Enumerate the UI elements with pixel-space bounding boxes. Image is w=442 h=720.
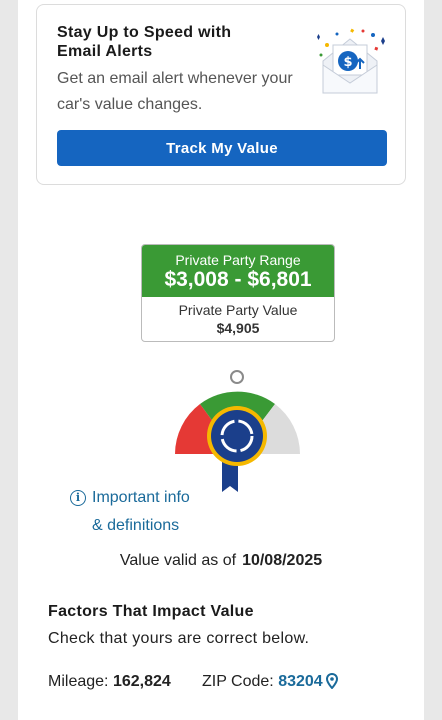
svg-text:$: $ (343, 55, 352, 70)
track-my-value-button[interactable]: Track My Value (57, 130, 387, 166)
range-header: Private Party Range $3,008 - $6,801 (142, 245, 334, 297)
zip-code-link[interactable]: 83204 (278, 672, 338, 690)
factors-title: Factors That Impact Value (48, 603, 254, 620)
envelope-dollar-icon: $ (313, 25, 387, 97)
private-party-range-box: Private Party Range $3,008 - $6,801 Priv… (141, 244, 335, 342)
important-info-link[interactable]: i Important info & definitions (70, 484, 190, 540)
location-pin-icon (325, 672, 338, 694)
private-party-value: $4,905 (216, 320, 260, 336)
important-info-line2: & definitions (92, 517, 180, 534)
private-party-value-label: Private Party Value (178, 302, 298, 318)
factors-subtitle: Check that yours are correct below. (48, 630, 310, 647)
important-info-line1: Important info (92, 489, 190, 506)
mileage-field: Mileage: 162,824 (48, 673, 171, 691)
value-validity: Value valid as of 10/08/2025 (0, 552, 442, 570)
mileage-label: Mileage: (48, 673, 109, 690)
validity-label: Value valid as of (119, 552, 237, 569)
validity-date: 10/08/2025 (242, 552, 323, 569)
zip-value: 83204 (278, 673, 323, 690)
mileage-value: 162,824 (112, 673, 171, 690)
gauge-pointer (230, 370, 244, 384)
email-alert-card: Stay Up to Speed with Email Alerts Get a… (36, 4, 406, 185)
zip-label: ZIP Code: (202, 673, 274, 690)
zip-code-field: ZIP Code: 83204 (202, 672, 338, 694)
range-label: Private Party Range (175, 252, 301, 268)
value-gauge (170, 366, 305, 496)
info-icon: i (70, 490, 86, 506)
email-alert-title: Stay Up to Speed with Email Alerts (57, 24, 232, 60)
email-alert-description: Get an email alert whenever your car's v… (57, 70, 293, 113)
range-value: $3,008 - $6,801 (164, 268, 312, 291)
